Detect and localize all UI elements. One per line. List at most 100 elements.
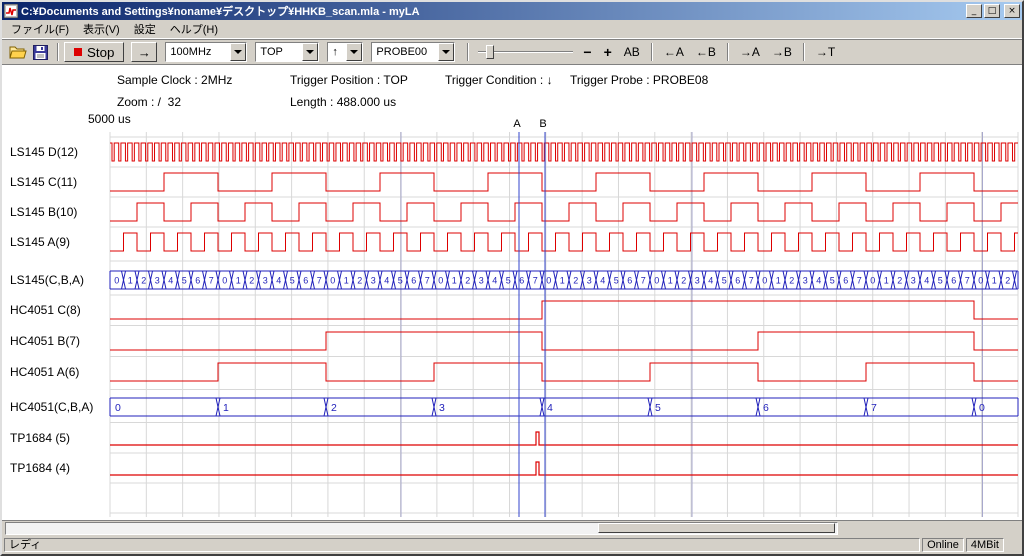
app-window: C:¥Documents and Settings¥noname¥デスクトップ¥… xyxy=(0,0,1024,556)
bus-value: 0 xyxy=(546,276,551,286)
waveform-display[interactable]: LS145 D(12)LS145 C(11)LS145 B(10)LS145 A… xyxy=(2,65,1022,520)
dropdown-arrow-icon[interactable] xyxy=(302,43,318,61)
goto-cursor-b-left-button[interactable]: ←B xyxy=(690,44,722,60)
channel-label: LS145 A(9) xyxy=(10,235,70,249)
ab-button[interactable]: AB xyxy=(618,44,646,60)
bus-value: 5 xyxy=(830,276,835,286)
channel-label: HC4051 A(6) xyxy=(10,365,79,379)
bus-value: 6 xyxy=(735,276,740,286)
toolbar-separator xyxy=(651,43,653,61)
save-icon[interactable] xyxy=(30,43,50,61)
channel-label: HC4051 B(7) xyxy=(10,334,80,348)
goto-cursor-a-left-button[interactable]: ←A xyxy=(658,44,690,60)
wave-trace xyxy=(110,203,1018,221)
dropdown-arrow-icon[interactable] xyxy=(230,43,246,61)
bus-value: 1 xyxy=(236,276,241,286)
zoom-in-button[interactable]: + xyxy=(598,43,618,61)
close-button[interactable]: × xyxy=(1004,4,1020,18)
trigger-pos-value: TOP xyxy=(256,43,302,61)
channel-label: TP1684 (5) xyxy=(10,431,70,445)
bus-value: 2 xyxy=(249,276,254,286)
window-title: C:¥Documents and Settings¥noname¥デスクトップ¥… xyxy=(21,3,966,19)
menu-view[interactable]: 表示(V) xyxy=(76,19,127,39)
zoom-slider[interactable] xyxy=(478,44,573,60)
channel-label: LS145 C(11) xyxy=(10,175,77,189)
bus-value: 1 xyxy=(128,276,133,286)
bus-value: 7 xyxy=(209,276,214,286)
menu-settings[interactable]: 設定 xyxy=(127,19,163,39)
probe-select[interactable]: PROBE00 xyxy=(371,42,455,62)
channel-label: HC4051 C(8) xyxy=(10,303,81,317)
status-ready: レディ xyxy=(4,538,920,552)
bus-value: 3 xyxy=(803,276,808,286)
dropdown-arrow-icon[interactable] xyxy=(438,43,454,61)
trigger-pos-select[interactable]: TOP xyxy=(255,42,319,62)
trigger-edge-select[interactable]: ↑ xyxy=(327,42,363,62)
wave-trace xyxy=(110,332,1018,350)
title-bar[interactable]: C:¥Documents and Settings¥noname¥デスクトップ¥… xyxy=(2,2,1022,20)
wave-trace xyxy=(110,173,1018,191)
bus-value: 7 xyxy=(965,276,970,286)
bus-value: 3 xyxy=(695,276,700,286)
sample-rate-select[interactable]: 100MHz xyxy=(165,42,247,62)
goto-cursor-a-right-button[interactable]: →A xyxy=(734,44,766,60)
sample-rate-value: 100MHz xyxy=(166,43,230,61)
bus-value: 3 xyxy=(479,276,484,286)
bus-value: 2 xyxy=(357,276,362,286)
toolbar: Stop → 100MHz TOP ↑ PROBE00 − + AB ←A ←B xyxy=(2,39,1022,65)
minimize-button[interactable]: _ xyxy=(966,4,982,18)
horizontal-scrollbar[interactable] xyxy=(5,522,838,535)
bus-value: 2 xyxy=(789,276,794,286)
bus-value: 2 xyxy=(141,276,146,286)
run-button[interactable]: → xyxy=(131,42,157,62)
wave-trace xyxy=(110,462,1018,475)
bus-value: 0 xyxy=(438,276,443,286)
bus-value: 1 xyxy=(344,276,349,286)
trigger-position-info: Trigger Position : TOP xyxy=(290,73,408,87)
wave-trace xyxy=(110,143,1018,161)
menu-file[interactable]: ファイル(F) xyxy=(4,19,76,39)
goto-trigger-button[interactable]: →T xyxy=(810,44,841,60)
bus-value: 6 xyxy=(627,276,632,286)
toolbar-separator xyxy=(467,43,469,61)
toolbar-separator xyxy=(727,43,729,61)
bus-value: 5 xyxy=(290,276,295,286)
zoom-info: Zoom : / 32 xyxy=(117,95,181,109)
status-online: Online xyxy=(922,538,964,552)
scrollbar-thumb[interactable] xyxy=(598,523,835,533)
bus-value: 1 xyxy=(560,276,565,286)
bus-value: 4 xyxy=(816,276,821,286)
bus-value: 7 xyxy=(857,276,862,286)
maximize-button[interactable]: □ xyxy=(984,4,1000,18)
bus-value: 2 xyxy=(465,276,470,286)
scroll-strip xyxy=(2,520,1022,536)
menu-bar: ファイル(F) 表示(V) 設定 ヘルプ(H) xyxy=(2,20,1022,39)
channel-label: LS145(C,B,A) xyxy=(10,273,84,287)
menu-help[interactable]: ヘルプ(H) xyxy=(163,19,225,39)
stop-button[interactable]: Stop xyxy=(64,42,124,62)
bus-value: 7 xyxy=(749,276,754,286)
bus-value: 4 xyxy=(384,276,389,286)
bus-value: 4 xyxy=(924,276,929,286)
bus-value: 6 xyxy=(843,276,848,286)
goto-cursor-b-right-button[interactable]: →B xyxy=(766,44,798,60)
bus-value: 2 xyxy=(681,276,686,286)
stop-icon xyxy=(74,48,82,56)
dropdown-arrow-icon[interactable] xyxy=(346,43,362,61)
bus-value: 0 xyxy=(115,402,121,414)
open-file-icon[interactable] xyxy=(8,43,28,61)
bus-value: 1 xyxy=(452,276,457,286)
bus-value: 7 xyxy=(317,276,322,286)
bus-value: 7 xyxy=(425,276,430,286)
bus-value: 5 xyxy=(614,276,619,286)
trigger-edge-value: ↑ xyxy=(328,43,346,61)
bus-value: 5 xyxy=(722,276,727,286)
bus-value: 3 xyxy=(155,276,160,286)
zoom-slider-thumb[interactable] xyxy=(486,45,494,59)
zoom-out-button[interactable]: − xyxy=(577,43,597,61)
wave-trace xyxy=(110,363,1018,381)
bus-value: 1 xyxy=(776,276,781,286)
bus-value: 2 xyxy=(331,402,337,414)
cursor-b-label: B xyxy=(539,118,546,130)
bus-value: 0 xyxy=(222,276,227,286)
